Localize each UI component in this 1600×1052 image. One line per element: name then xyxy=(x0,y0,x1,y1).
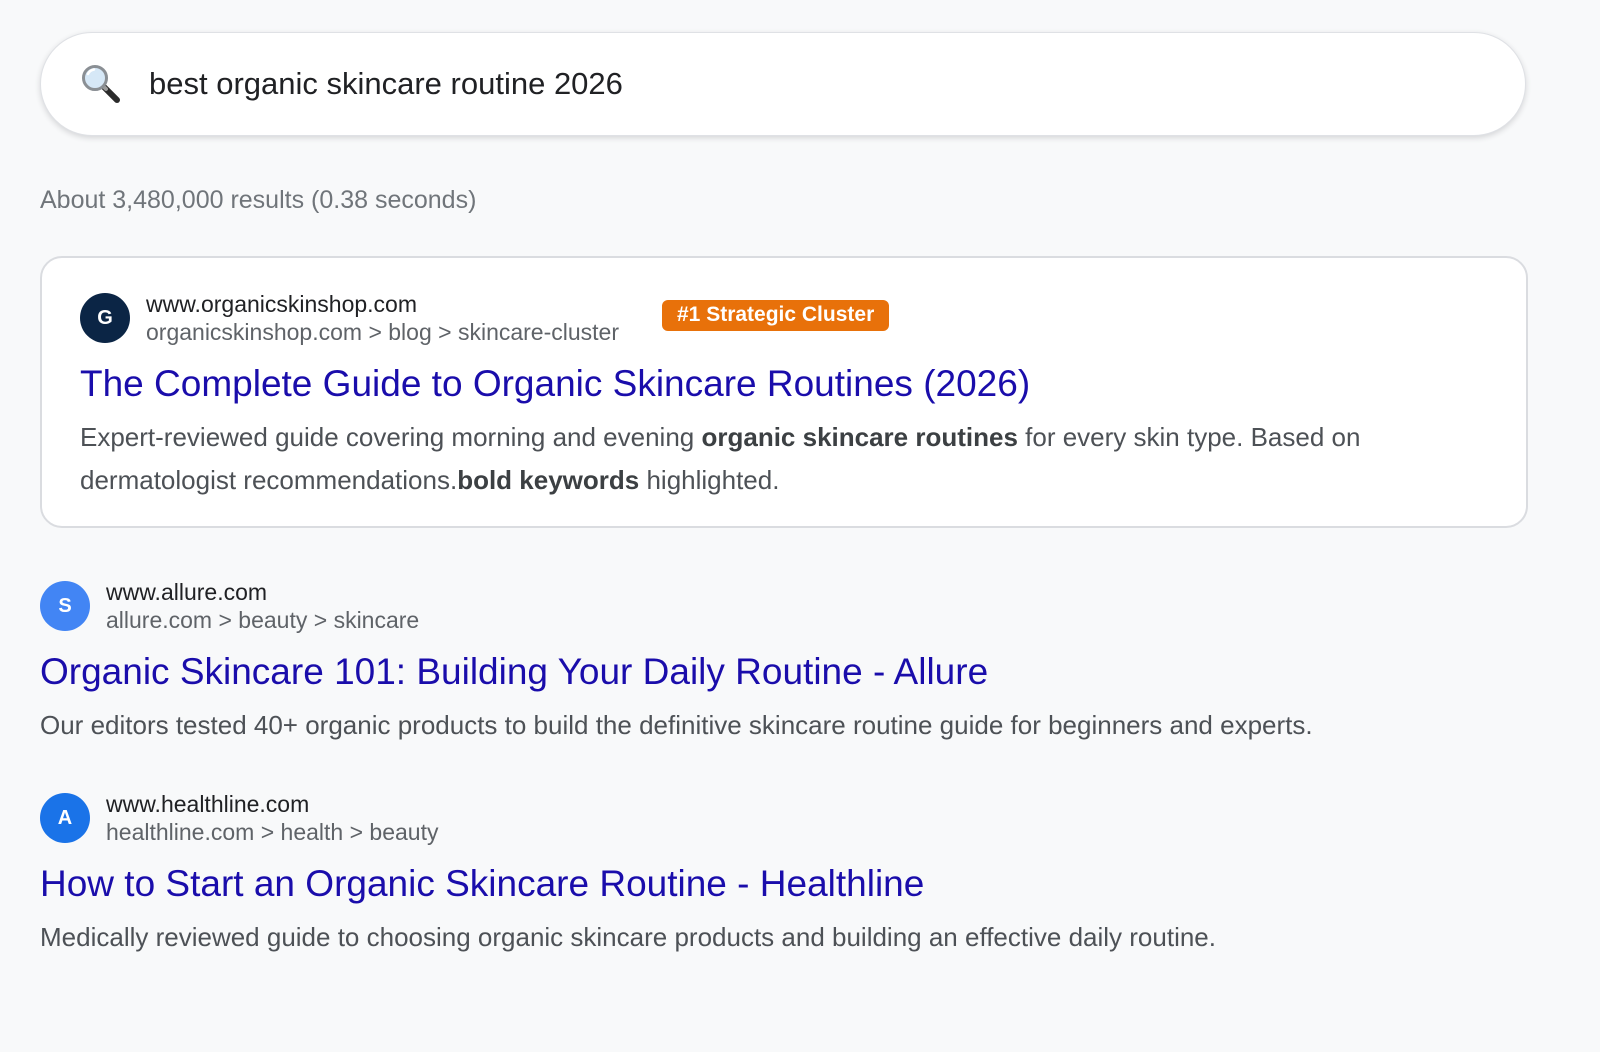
favicon-letter: A xyxy=(57,806,73,829)
magnifying-glass-icon[interactable] xyxy=(79,62,123,106)
strategic-cluster-badge: #1 Strategic Cluster xyxy=(662,300,890,331)
site-domain[interactable]: www.allure.com xyxy=(106,578,419,606)
result-title-link[interactable]: How to Start an Organic Skincare Routine… xyxy=(40,862,1540,906)
snippet-bold-keyword: bold keywords xyxy=(457,465,640,495)
site-breadcrumb[interactable]: organicskinshop.com > blog > skincare-cl… xyxy=(146,318,619,346)
site-info[interactable]: www.allure.com allure.com > beauty > ski… xyxy=(106,578,419,634)
search-result: A www.healthline.com healthline.com > he… xyxy=(40,790,1540,959)
result-header: S www.allure.com allure.com > beauty > s… xyxy=(40,578,1540,634)
snippet-text: highlighted. xyxy=(639,465,780,495)
site-breadcrumb[interactable]: allure.com > beauty > skincare xyxy=(106,606,419,634)
search-result-featured: G www.organicskinshop.com organicskinsho… xyxy=(80,290,1490,502)
site-domain[interactable]: www.organicskinshop.com xyxy=(146,290,619,318)
result-snippet: Medically reviewed guide to choosing org… xyxy=(40,922,1216,952)
snippet-bold-keyword: organic skincare routines xyxy=(701,422,1018,452)
result-header: A www.healthline.com healthline.com > he… xyxy=(40,790,1540,846)
site-favicon: A xyxy=(40,793,90,843)
site-favicon: G xyxy=(80,293,130,343)
favicon-letter: S xyxy=(58,594,72,617)
favicon-letter: G xyxy=(97,306,113,329)
result-stats: About 3,480,000 results (0.38 seconds) xyxy=(40,186,477,214)
site-info[interactable]: www.organicskinshop.com organicskinshop.… xyxy=(146,290,619,346)
snippet-text: Expert-reviewed guide covering morning a… xyxy=(80,422,702,452)
search-bar[interactable] xyxy=(40,32,1526,136)
search-input[interactable] xyxy=(149,66,1449,102)
search-result: S www.allure.com allure.com > beauty > s… xyxy=(40,578,1540,747)
site-breadcrumb[interactable]: healthline.com > health > beauty xyxy=(106,818,438,846)
result-snippet: Our editors tested 40+ organic products … xyxy=(40,710,1313,740)
site-domain[interactable]: www.healthline.com xyxy=(106,790,438,818)
result-header: G www.organicskinshop.com organicskinsho… xyxy=(80,290,1490,346)
featured-result-card: G www.organicskinshop.com organicskinsho… xyxy=(40,256,1528,528)
result-title-link[interactable]: Organic Skincare 101: Building Your Dail… xyxy=(40,650,1540,694)
result-snippet: Expert-reviewed guide covering morning a… xyxy=(80,416,1490,502)
site-info[interactable]: www.healthline.com healthline.com > heal… xyxy=(106,790,438,846)
site-favicon: S xyxy=(40,581,90,631)
result-title-link[interactable]: The Complete Guide to Organic Skincare R… xyxy=(80,362,1490,406)
